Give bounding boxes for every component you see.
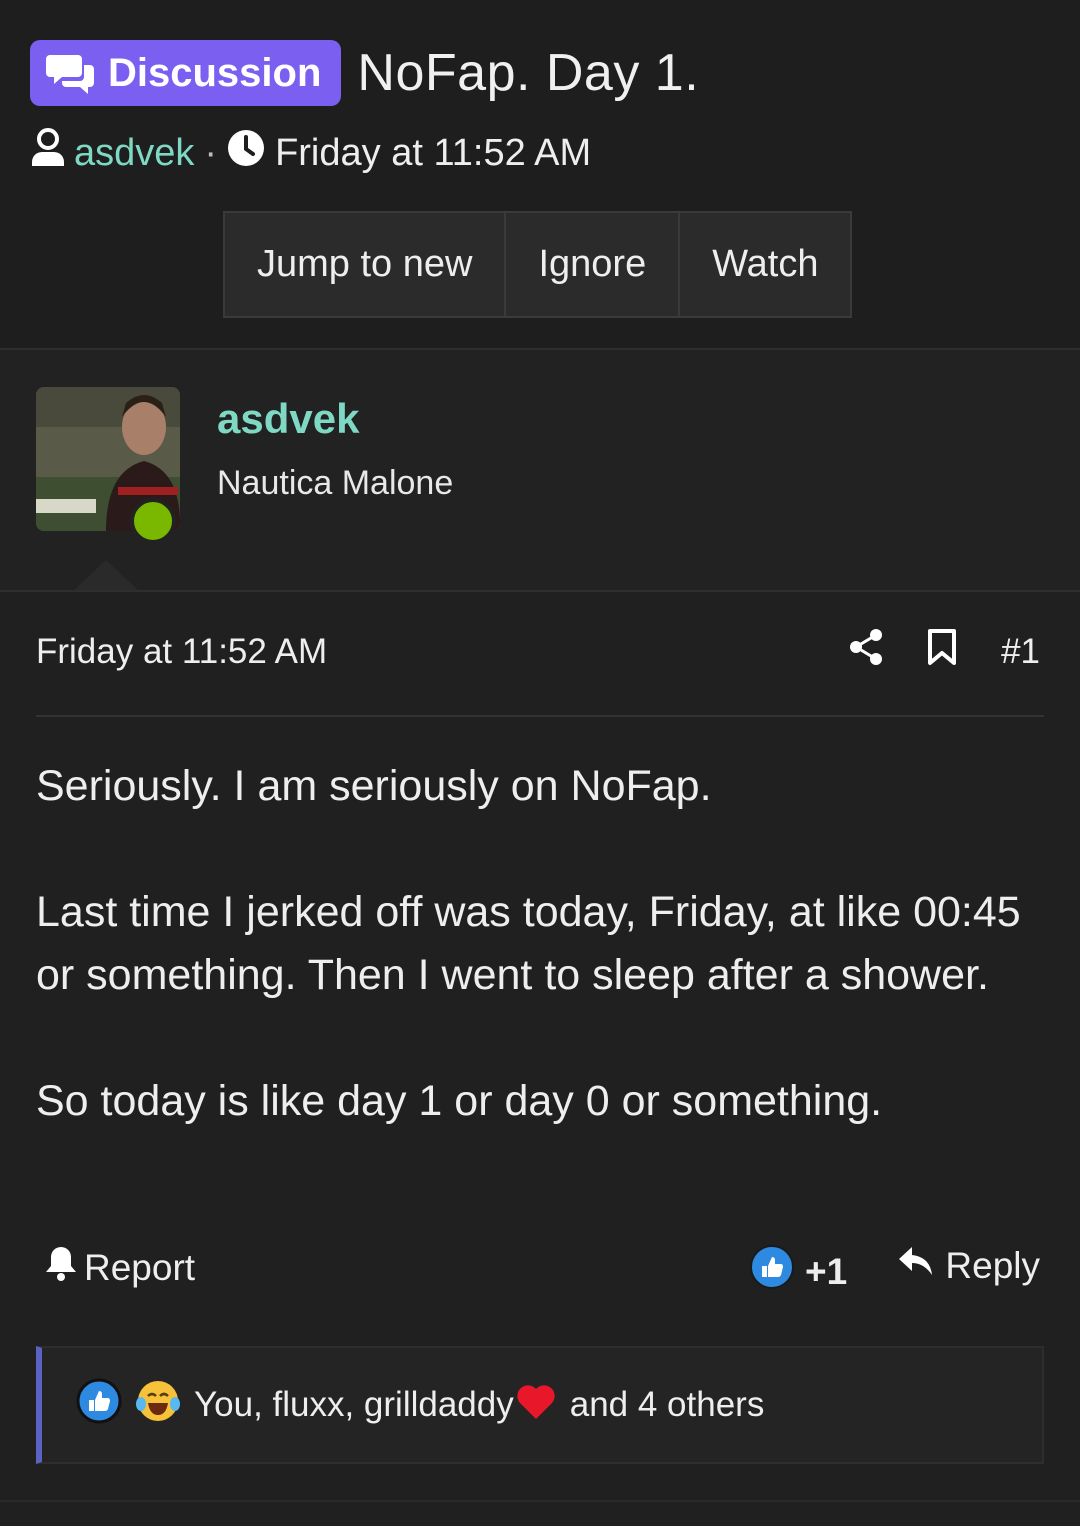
post-footer: Report +1 Reply: [44, 1244, 1040, 1294]
post-header-actions: #1: [849, 628, 1040, 675]
post-number-link[interactable]: #1: [1001, 632, 1040, 672]
report-button[interactable]: Report: [44, 1244, 195, 1291]
laughing-emoji-icon: [134, 1378, 182, 1433]
clock-icon: [227, 129, 265, 177]
chat-bubbles-icon: [46, 51, 96, 95]
meta-separator: ·: [204, 131, 218, 174]
reply-arrow-icon: [897, 1244, 935, 1287]
post-paragraph: So today is like day 1 or day 0 or somet…: [36, 1077, 883, 1125]
prefix-label: Discussion: [108, 50, 322, 95]
discussion-prefix-badge[interactable]: Discussion: [30, 40, 342, 106]
jump-to-new-button[interactable]: Jump to new: [225, 213, 507, 316]
thread-author-link[interactable]: asdvek: [74, 132, 194, 175]
post-header-divider: [36, 715, 1044, 717]
thread-title-row: Discussion NoFap. Day 1.: [30, 40, 699, 106]
reaction-count: +1: [805, 1250, 848, 1292]
reactions-summary[interactable]: You, fluxx, grilldaddy and 4 others: [36, 1346, 1044, 1464]
bookmark-icon[interactable]: [927, 628, 957, 675]
heart-icon: [514, 1381, 558, 1430]
page-title: NoFap. Day 1.: [357, 44, 700, 102]
report-label: Report: [84, 1246, 196, 1288]
bell-icon: [44, 1244, 78, 1291]
post-paragraph: Seriously. I am seriously on NoFap.: [36, 762, 712, 810]
user-block-arrow: [72, 560, 140, 592]
ignore-button[interactable]: Ignore: [506, 213, 681, 316]
post-date[interactable]: Friday at 11:52 AM: [36, 632, 327, 672]
divider: [0, 590, 1080, 592]
reactions-others-text: and 4 others: [569, 1385, 765, 1424]
thread-date[interactable]: Friday at 11:52 AM: [275, 132, 591, 175]
user-icon: [30, 128, 66, 178]
online-status-indicator: [130, 498, 176, 544]
post-author-name[interactable]: asdvek: [217, 395, 359, 443]
post-paragraph: Last time I jerked off was today, Friday…: [36, 888, 1021, 999]
watch-button[interactable]: Watch: [680, 213, 850, 316]
thumbs-up-icon: [749, 1244, 795, 1299]
thread-meta: asdvek · Friday at 11:52 AM: [30, 128, 591, 178]
reply-button[interactable]: Reply: [897, 1244, 1040, 1287]
divider: [0, 1500, 1080, 1502]
reaction-button[interactable]: +1: [749, 1244, 847, 1299]
reply-label: Reply: [945, 1244, 1040, 1286]
thumbs-up-icon: [76, 1378, 122, 1433]
user-title: Nautica Malone: [217, 464, 454, 502]
share-icon[interactable]: [849, 628, 883, 675]
thread-action-buttons: Jump to new Ignore Watch: [223, 211, 853, 318]
post-content: Seriously. I am seriously on NoFap. Last…: [36, 755, 1036, 1133]
reactions-users-text: You, fluxx, grilldaddy: [194, 1385, 514, 1424]
